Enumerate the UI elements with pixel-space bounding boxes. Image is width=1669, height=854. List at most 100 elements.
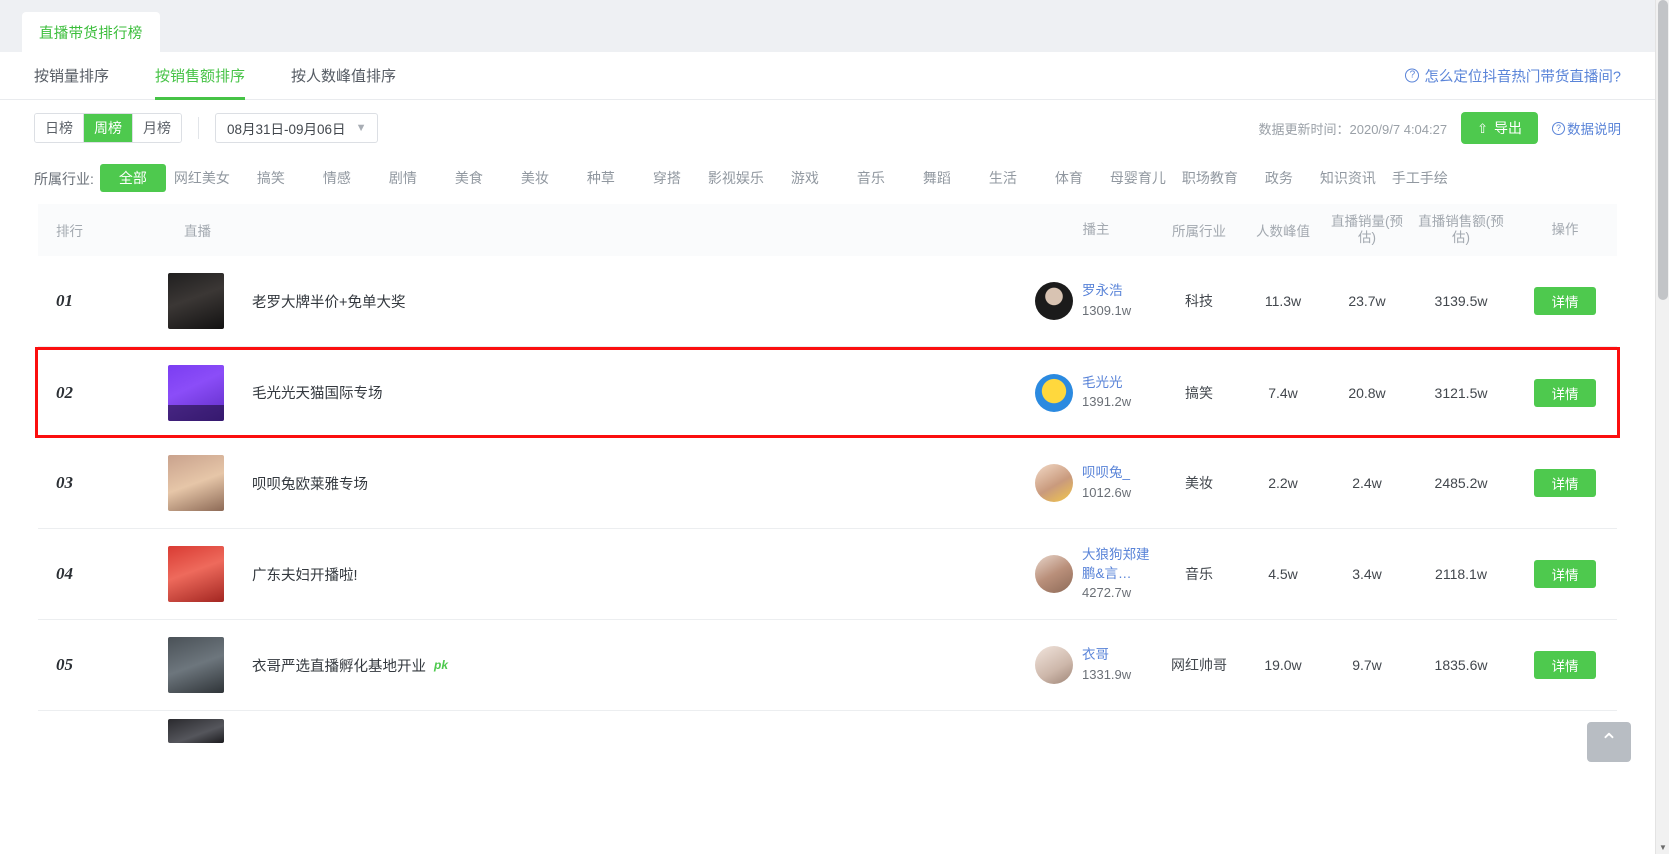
industry-chip-label: 美妆 [520, 170, 549, 186]
industry-chip-6[interactable]: 美妆 [502, 164, 568, 192]
host-name[interactable]: 毛光光 [1082, 374, 1131, 392]
industry-chip-12[interactable]: 舞蹈 [904, 164, 970, 192]
live-cover-image[interactable] [168, 364, 224, 421]
industry-chip-all[interactable]: 全部 [99, 164, 166, 192]
detail-button[interactable]: 详情 [1534, 287, 1596, 315]
live-cover-image[interactable] [168, 637, 224, 693]
industry-chip-11[interactable]: 音乐 [838, 164, 904, 192]
detail-button[interactable]: 详情 [1534, 651, 1596, 679]
live-title[interactable]: 衣哥严选直播孵化基地开业 [252, 655, 426, 676]
row-live-cell: 毛光光天猫国际专场 [104, 364, 1035, 421]
row-live-cell: 老罗大牌半价+免单大奖 [104, 273, 1035, 329]
industry-chip-8[interactable]: 穿搭 [634, 164, 700, 192]
industry-chip-19[interactable]: 手工手绘 [1384, 164, 1456, 192]
row-operation: 详情 [1513, 560, 1617, 588]
live-title[interactable]: 呗呗兔欧莱雅专场 [252, 473, 368, 494]
row-host-cell[interactable]: 毛光光 1391.2w [1035, 373, 1157, 412]
host-meta: 呗呗兔_ 1012.6w [1082, 464, 1131, 501]
row-host-cell[interactable]: 衣哥 1331.9w [1035, 646, 1157, 684]
table-row[interactable]: 04 广东夫妇开播啦! 大狼狗郑建鹏&言… 4272.7w 音乐 4.5w 3.… [38, 529, 1617, 620]
period-weekly-button[interactable]: 周榜 [84, 114, 133, 142]
header-amount-line2: 估) [1452, 230, 1470, 245]
industry-chip-16[interactable]: 职场教育 [1174, 164, 1246, 192]
avatar[interactable] [1035, 554, 1073, 593]
header-operation: 操作 [1551, 222, 1579, 238]
industry-chip-7[interactable]: 种草 [568, 164, 634, 192]
help-link[interactable]: ? 怎么定位抖音热门带货直播间? [1405, 65, 1621, 86]
row-host-cell[interactable]: 大狼狗郑建鹏&言… 4272.7w [1035, 546, 1157, 601]
industry-chip-10[interactable]: 游戏 [772, 164, 838, 192]
tab-sort-by-volume[interactable]: 按销量排序 [34, 52, 109, 100]
avatar[interactable] [1035, 282, 1073, 320]
back-to-top-button[interactable]: ⌃ [1587, 722, 1631, 762]
industry-chip-13[interactable]: 生活 [970, 164, 1036, 192]
live-cover-image[interactable] [168, 719, 224, 743]
host-name[interactable]: 大狼狗郑建鹏&言… [1082, 546, 1156, 582]
industry-chip-label: 影视娱乐 [707, 170, 764, 186]
host-name[interactable]: 罗永浩 [1082, 282, 1131, 300]
industry-chip-1[interactable]: 网红美女 [166, 164, 238, 192]
period-daily-button[interactable]: 日榜 [35, 114, 84, 142]
row-sales-volume: 3.4w [1352, 566, 1382, 582]
industry-chip-14[interactable]: 体育 [1036, 164, 1102, 192]
table-row[interactable]: 01 老罗大牌半价+免单大奖 罗永浩 1309.1w 科技 11.3w 23.7… [38, 256, 1617, 347]
help-link-label: 怎么定位抖音热门带货直播间? [1424, 69, 1621, 85]
row-host-cell[interactable]: 罗永浩 1309.1w [1035, 282, 1157, 320]
row-industry: 搞笑 [1185, 384, 1213, 401]
industry-chip-label: 生活 [988, 170, 1017, 186]
document-tab-live-ranking[interactable]: 直播带货排行榜 [22, 12, 160, 52]
live-title[interactable]: 广东夫妇开播啦! [252, 564, 358, 585]
industry-chip-18[interactable]: 知识资讯 [1312, 164, 1384, 192]
industry-chip-15[interactable]: 母婴育儿 [1102, 164, 1174, 192]
industry-chip-3[interactable]: 情感 [304, 164, 370, 192]
avatar[interactable] [1035, 373, 1073, 412]
industry-chip-4[interactable]: 剧情 [370, 164, 436, 192]
industry-chip-label: 美食 [454, 170, 483, 186]
detail-button-label: 详情 [1551, 295, 1579, 310]
cover-caption-strip [168, 404, 224, 421]
live-cover-image[interactable] [168, 273, 224, 329]
avatar[interactable] [1035, 646, 1073, 684]
live-cover-image[interactable] [168, 546, 224, 602]
tab-sort-by-sales-amount[interactable]: 按销售额排序 [155, 52, 246, 100]
avatar[interactable] [1035, 464, 1073, 502]
host-name[interactable]: 呗呗兔_ [1082, 464, 1131, 482]
table-row[interactable]: 05 衣哥严选直播孵化基地开业 pk 衣哥 1331.9w 网红帅哥 19.0w… [38, 620, 1617, 711]
row-peak: 7.4w [1268, 384, 1298, 401]
scrollbar-thumb[interactable] [1658, 0, 1668, 300]
detail-button[interactable]: 详情 [1534, 560, 1596, 588]
ranking-table: 排行 直播 播主 所属行业 人数峰值 直播销量(预 估) 直播销售额(预 估) [0, 204, 1655, 751]
row-industry: 美妆 [1185, 475, 1213, 491]
table-row[interactable] [38, 711, 1617, 751]
industry-chip-2[interactable]: 搞笑 [238, 164, 304, 192]
live-cover-image[interactable] [168, 455, 224, 511]
detail-button[interactable]: 详情 [1534, 378, 1596, 407]
host-fans: 4272.7w [1082, 584, 1132, 600]
row-rank: 01 [56, 291, 73, 310]
industry-chip-5[interactable]: 美食 [436, 164, 502, 192]
live-title[interactable]: 毛光光天猫国际专场 [252, 382, 383, 403]
industry-chip-9[interactable]: 影视娱乐 [700, 164, 772, 192]
header-amount-line1: 直播销售额(预 [1418, 214, 1504, 230]
industry-chip-label: 知识资讯 [1319, 170, 1376, 186]
scroll-down-arrow-icon[interactable]: ▼ [1656, 840, 1669, 854]
table-row[interactable]: 02 毛光光天猫国际专场 毛光光 1391.2w 搞笑 7.4w 20.8w 3… [35, 347, 1620, 438]
export-button[interactable]: ⇧ 导出 [1461, 112, 1538, 144]
period-monthly-button[interactable]: 月榜 [133, 114, 181, 142]
detail-button[interactable]: 详情 [1534, 469, 1596, 497]
arrow-up-icon: ⌃ [1599, 729, 1619, 754]
row-operation: 详情 [1513, 378, 1617, 407]
tab-sort-by-peak-viewers[interactable]: 按人数峰值排序 [291, 52, 396, 100]
industry-filter-label: 所属行业: [34, 171, 94, 187]
host-name[interactable]: 衣哥 [1082, 646, 1131, 664]
industry-chip-17[interactable]: 政务 [1246, 164, 1312, 192]
table-row[interactable]: 03 呗呗兔欧莱雅专场 呗呗兔_ 1012.6w 美妆 2.2w 2.4w 24… [38, 438, 1617, 529]
row-host-cell[interactable]: 呗呗兔_ 1012.6w [1035, 464, 1157, 502]
data-note-link[interactable]: ? 数据说明 [1552, 118, 1621, 138]
page-scrollbar[interactable]: ▲ ▼ [1655, 0, 1669, 854]
divider [198, 117, 199, 139]
date-range-picker[interactable]: 08月31日-09月06日 ▼ [215, 113, 379, 143]
detail-button-label: 详情 [1551, 386, 1579, 402]
live-title[interactable]: 老罗大牌半价+免单大奖 [252, 291, 405, 312]
row-rank: 04 [56, 564, 73, 583]
